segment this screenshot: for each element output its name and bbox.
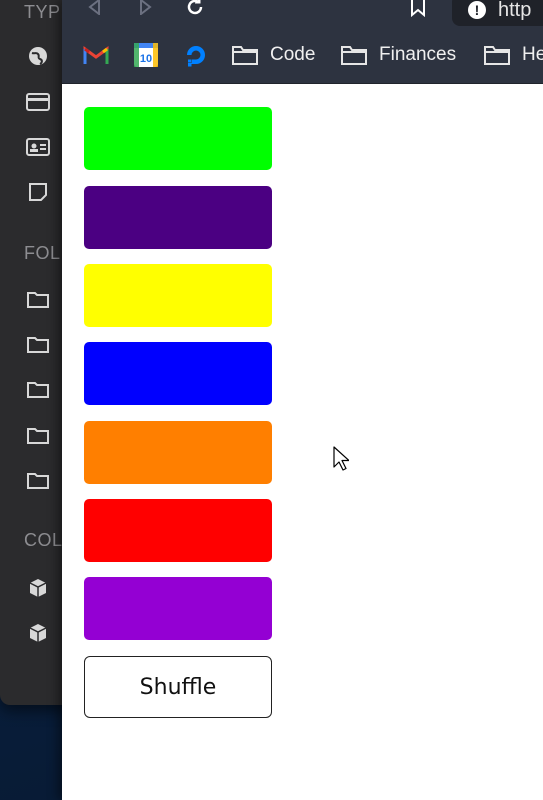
- mouse-cursor-icon: [333, 446, 349, 471]
- color-swatch[interactable]: [84, 186, 272, 249]
- color-swatch[interactable]: [84, 107, 272, 170]
- calendar-icon[interactable]: 10: [132, 41, 160, 69]
- id-card-icon[interactable]: [26, 136, 50, 158]
- folder-icon[interactable]: [26, 288, 50, 310]
- browser-window: ! http 10 Code Finances He Shuffle: [62, 0, 543, 800]
- info-icon[interactable]: !: [468, 1, 486, 19]
- forward-icon[interactable]: [132, 0, 158, 18]
- color-swatch[interactable]: [84, 421, 272, 484]
- bookmark-icon[interactable]: [405, 0, 431, 18]
- color-swatch[interactable]: [84, 342, 272, 405]
- note-icon[interactable]: [26, 181, 50, 203]
- bookmark-folder-code[interactable]: Code: [232, 38, 315, 72]
- reload-icon[interactable]: [182, 0, 208, 18]
- globe-icon[interactable]: [26, 45, 50, 67]
- bookmark-folder-label: Code: [270, 44, 316, 65]
- bookmark-folder-finances[interactable]: Finances: [341, 38, 456, 72]
- shuffle-button[interactable]: Shuffle: [84, 656, 272, 718]
- page-content: Shuffle: [62, 85, 543, 800]
- digitalocean-icon[interactable]: [182, 41, 210, 69]
- color-swatch[interactable]: [84, 577, 272, 640]
- bookmark-folder-label: He: [522, 44, 543, 65]
- folder-icon: [232, 46, 258, 65]
- bookmarks-bar: 10 Code Finances He: [62, 38, 543, 72]
- cube-icon[interactable]: [26, 577, 50, 599]
- folder-icon[interactable]: [26, 378, 50, 400]
- address-url: http: [498, 0, 532, 21]
- browser-toolbar: ! http 10 Code Finances He: [62, 0, 543, 84]
- bookmark-folder-label: Finances: [379, 44, 457, 65]
- calendar-date: 10: [140, 53, 152, 65]
- folder-icon[interactable]: [26, 469, 50, 491]
- section-heading-collections: COL: [24, 530, 63, 550]
- gmail-icon[interactable]: [82, 41, 110, 69]
- folder-icon[interactable]: [26, 424, 50, 446]
- folder-icon: [484, 46, 510, 65]
- address-bar[interactable]: ! http: [452, 0, 543, 26]
- folder-icon: [341, 46, 367, 65]
- cube-icon[interactable]: [26, 622, 50, 644]
- section-heading-folders: FOL: [24, 243, 61, 263]
- color-swatch[interactable]: [84, 499, 272, 562]
- folder-icon[interactable]: [26, 333, 50, 355]
- card-icon[interactable]: [26, 91, 50, 113]
- background-app-window: TYPE FOL COL: [0, 0, 70, 705]
- bookmark-folder-he[interactable]: He: [484, 38, 543, 72]
- color-swatch[interactable]: [84, 264, 272, 327]
- back-icon[interactable]: [82, 0, 108, 18]
